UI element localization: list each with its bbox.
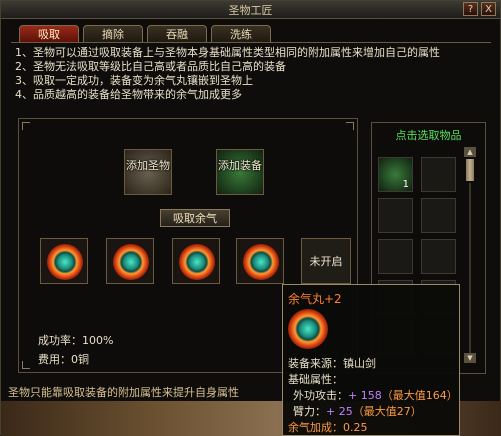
strength-label: 臂力：	[293, 405, 326, 418]
close-button[interactable]: X	[481, 2, 496, 16]
orb-icon	[113, 244, 149, 280]
footer-hint: 圣物只能靠吸取装备的附加属性来提升自身属性	[8, 386, 239, 399]
inventory-slot[interactable]: 1	[378, 157, 413, 192]
orb-icon	[288, 309, 328, 349]
attack-label: 外功攻击：	[293, 389, 348, 402]
window-title: 圣物工匠	[228, 4, 273, 17]
success-rate: 成功率：100%	[38, 334, 114, 347]
tooltip-bonus: 余气加成：0.25	[288, 421, 368, 434]
attack-value: + 158	[348, 389, 382, 402]
relic-slot-label: 添加圣物	[126, 159, 170, 172]
corner-ornament	[22, 361, 30, 369]
equip-slot[interactable]: 添加装备	[216, 149, 264, 195]
tooltip-base-attr: 基础属性：	[288, 373, 343, 386]
scroll-track[interactable]	[469, 183, 471, 353]
scrollbar[interactable]: ▲ ▼	[464, 147, 476, 367]
scroll-thumb[interactable]	[466, 159, 474, 181]
tooltip-title: 余气丸+2	[288, 292, 342, 306]
orb-slot[interactable]	[172, 238, 220, 284]
item-panel-header: 点击选取物品	[395, 129, 462, 142]
inventory-slot[interactable]	[421, 157, 456, 192]
tooltip-strength-line: 臂力：+ 25（最大值27）	[293, 403, 422, 419]
strength-max: （最大值27）	[352, 405, 422, 418]
rule-line: 1、圣物可以通过吸取装备上与圣物本身基础属性类型相同的附加属性来增加自己的属性	[15, 46, 440, 59]
inventory-slot[interactable]	[421, 198, 456, 233]
scroll-up-icon[interactable]: ▲	[464, 147, 476, 157]
locked-orb-slot: 未开启	[301, 238, 351, 284]
orb-slot[interactable]	[236, 238, 284, 284]
rule-line: 2、圣物无法吸取等级比自己高或者品质比自己高的装备	[15, 60, 286, 73]
tab-refine[interactable]: 洗练	[211, 25, 271, 43]
relic-slot[interactable]: 添加圣物	[124, 149, 172, 195]
orb-icon	[179, 244, 215, 280]
cost: 费用：0铜	[38, 353, 89, 366]
tab-divider	[11, 42, 491, 43]
scroll-down-icon[interactable]: ▼	[464, 353, 476, 363]
title-bar[interactable]: 圣物工匠 ? X	[1, 1, 500, 19]
rule-line: 4、品质越高的装备给圣物带来的余气加成更多	[15, 88, 242, 101]
strength-value: + 25	[326, 405, 353, 418]
orb-slot[interactable]	[106, 238, 154, 284]
corner-ornament	[22, 122, 30, 130]
tooltip-attack-line: 外功攻击：+ 158（最大值164）	[293, 387, 458, 403]
rules-text: 1、圣物可以通过吸取装备上与圣物本身基础属性类型相同的附加属性来增加自己的属性 …	[15, 46, 440, 102]
item-tooltip: 余气丸+2 装备来源：镇山剑 基础属性： 外功攻击：+ 158（最大值164） …	[282, 284, 460, 436]
relic-craftsman-window: 圣物工匠 ? X 吸取 摘除 吞融 洗练 1、圣物可以通过吸取装备上与圣物本身基…	[0, 0, 501, 436]
tooltip-source: 装备来源：镇山剑	[288, 357, 376, 370]
rule-line: 3、吸取一定成功，装备变为余气丸镶嵌到圣物上	[15, 74, 253, 87]
item-count: 1	[402, 179, 409, 190]
inventory-slot[interactable]	[421, 239, 456, 274]
inventory-slot[interactable]	[378, 198, 413, 233]
orb-slot[interactable]	[40, 238, 88, 284]
inventory-slot[interactable]	[378, 239, 413, 274]
orb-icon	[47, 244, 83, 280]
absorb-button[interactable]: 吸取余气	[160, 209, 230, 227]
attack-max: （最大值164）	[381, 389, 458, 402]
orb-icon	[243, 244, 279, 280]
help-button[interactable]: ?	[463, 2, 478, 16]
tab-absorb[interactable]: 吸取	[19, 25, 79, 43]
tab-merge[interactable]: 吞融	[147, 25, 207, 43]
equip-slot-label: 添加装备	[218, 159, 262, 172]
corner-ornament	[346, 122, 354, 130]
tab-remove[interactable]: 摘除	[83, 25, 143, 43]
